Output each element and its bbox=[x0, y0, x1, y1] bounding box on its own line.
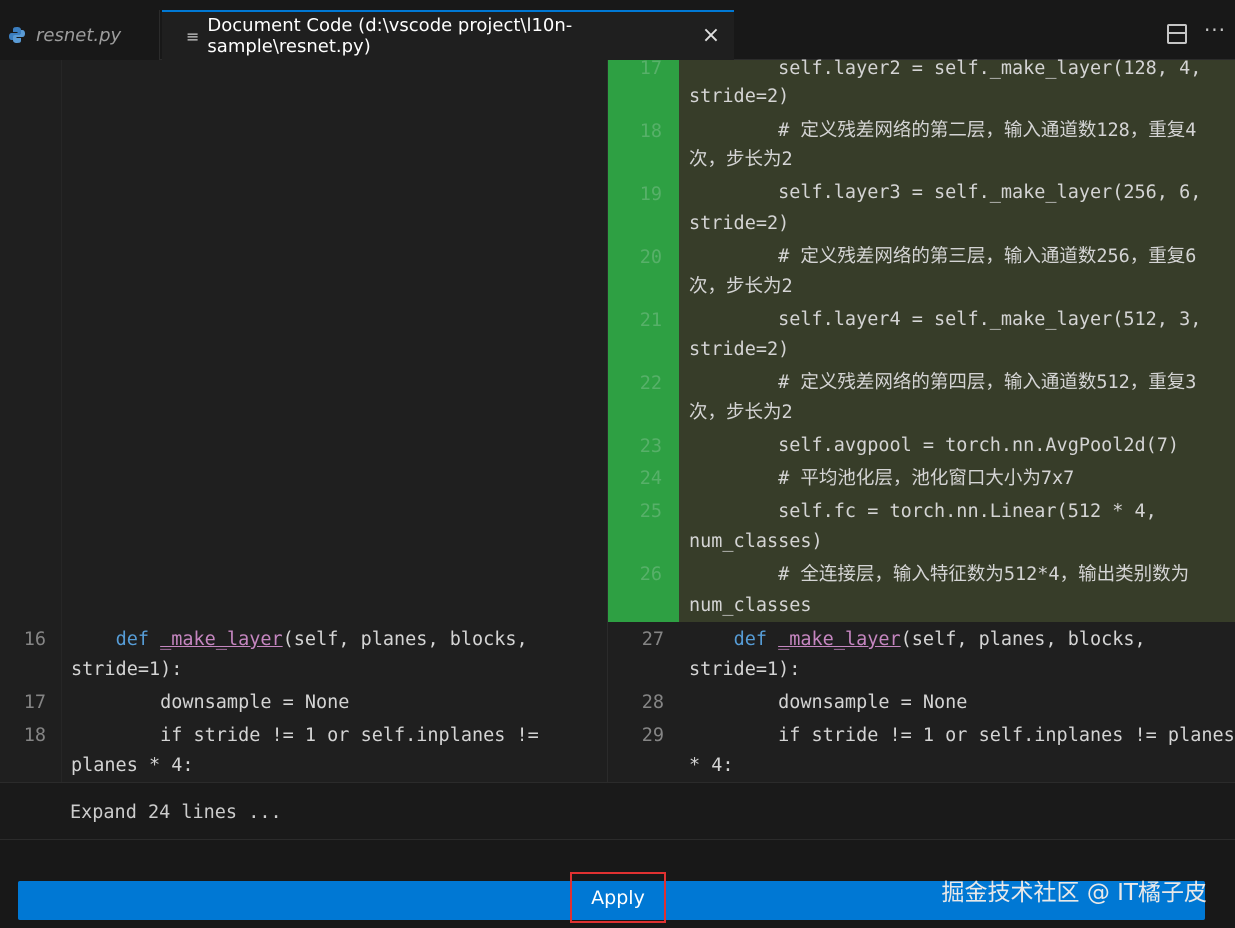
expand-unchanged-region: Expand 24 lines ... bbox=[0, 782, 1235, 840]
code-line: stride=2) bbox=[689, 339, 790, 360]
apply-button-label[interactable]: Apply bbox=[570, 872, 666, 923]
document-lines-icon: ≡ bbox=[186, 26, 200, 46]
diff-editor: 17 18 19 20 21 22 23 24 25 26 self.layer… bbox=[0, 58, 1235, 782]
more-actions-icon[interactable]: ··· bbox=[1203, 18, 1227, 42]
line-number: 29 bbox=[641, 725, 664, 746]
code-line: self.fc = torch.nn.Linear(512 * 4, bbox=[689, 501, 1157, 522]
code-line: if stride != 1 or self.inplanes != plane… bbox=[689, 725, 1235, 746]
code-line: num_classes bbox=[689, 595, 812, 616]
line-number: 19 bbox=[639, 184, 662, 205]
code-line: stride=1): bbox=[689, 659, 801, 680]
split-editor-icon[interactable] bbox=[1167, 24, 1187, 44]
line-number: 16 bbox=[23, 629, 46, 650]
code-line: stride=2) bbox=[689, 213, 790, 234]
code-line: 次，步长为2 bbox=[689, 149, 793, 170]
line-number: 17 bbox=[23, 692, 46, 713]
expand-lines-link[interactable]: Expand 24 lines ... bbox=[70, 797, 282, 829]
line-number: 25 bbox=[639, 501, 662, 522]
python-icon bbox=[9, 27, 25, 43]
tab-label: resnet.py bbox=[36, 24, 122, 46]
code-line: if stride != 1 or self.inplanes != bbox=[71, 725, 539, 746]
code-line: 次，步长为2 bbox=[689, 402, 793, 423]
tab-resnet-py[interactable]: resnet.py bbox=[0, 10, 160, 60]
line-number: 17 bbox=[639, 58, 662, 79]
left-gutter-divider bbox=[61, 60, 62, 782]
code-line: planes * 4: bbox=[71, 755, 194, 776]
code-line: num_classes) bbox=[689, 531, 823, 552]
code-line: # 定义残差网络的第三层，输入通道数256，重复6 bbox=[689, 246, 1197, 267]
line-number: 20 bbox=[639, 247, 662, 268]
line-number: 18 bbox=[639, 121, 662, 142]
code-line: self.layer3 = self._make_layer(256, 6, bbox=[689, 182, 1202, 203]
code-line: 次，步长为2 bbox=[689, 276, 793, 297]
line-number: 28 bbox=[641, 692, 664, 713]
line-number: 21 bbox=[639, 310, 662, 331]
code-line: self.avgpool = torch.nn.AvgPool2d(7) bbox=[689, 435, 1180, 456]
watermark: 掘金技术社区 @ IT橘子皮 bbox=[941, 880, 1207, 906]
tab-label: Document Code (d:\vscode project\l10n-sa… bbox=[207, 15, 573, 57]
code-line: stride=2) bbox=[689, 86, 790, 107]
close-icon[interactable]: × bbox=[700, 23, 722, 48]
code-line: def _make_layer(self, planes, blocks, bbox=[733, 629, 1146, 650]
line-number: 18 bbox=[23, 725, 46, 746]
line-number: 26 bbox=[639, 564, 662, 585]
code-line: self.layer4 = self._make_layer(512, 3, bbox=[689, 309, 1202, 330]
line-number: 27 bbox=[641, 629, 664, 650]
code-line: downsample = None bbox=[71, 692, 350, 713]
code-line: # 定义残差网络的第四层，输入通道数512，重复3 bbox=[689, 372, 1197, 393]
line-number: 24 bbox=[639, 468, 662, 489]
code-line: # 全连接层，输入特征数为512*4，输出类别数为 bbox=[689, 564, 1190, 585]
code-line: self.layer2 = self._make_layer(128, 4, bbox=[689, 58, 1202, 79]
code-line: # 定义残差网络的第二层，输入通道数128，重复4 bbox=[689, 120, 1197, 141]
code-line: stride=1): bbox=[71, 659, 183, 680]
code-line: def _make_layer(self, planes, blocks, bbox=[115, 629, 528, 650]
code-line: downsample = None bbox=[689, 692, 968, 713]
line-number: 22 bbox=[639, 373, 662, 394]
code-line: * 4: bbox=[689, 755, 734, 776]
line-number: 23 bbox=[639, 436, 662, 457]
apply-area: Apply 掘金技术社区 @ IT橘子皮 bbox=[0, 840, 1235, 928]
code-line: # 平均池化层，池化窗口大小为7x7 bbox=[689, 468, 1075, 489]
tab-bar: resnet.py ≡ Document Code (d:\vscode pro… bbox=[0, 0, 1235, 60]
